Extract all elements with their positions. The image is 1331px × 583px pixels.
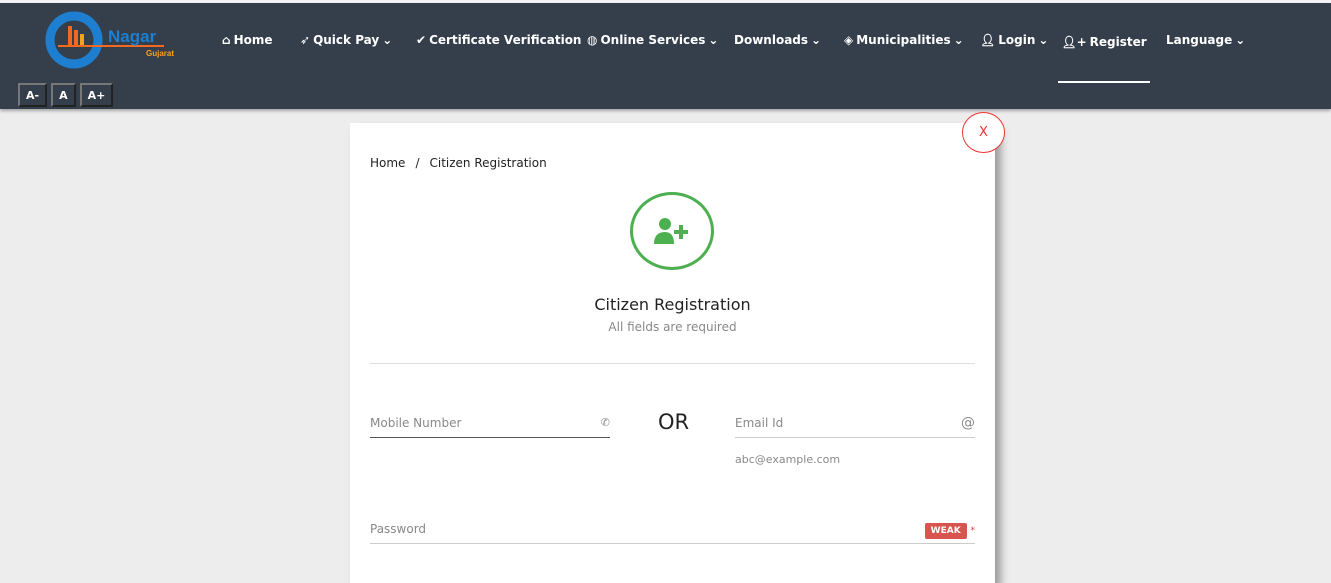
nav-register[interactable]: 👤︎+ Register [1058, 33, 1150, 83]
nav-certificate-verification[interactable]: ✔ Certificate Verification [416, 33, 581, 47]
breadcrumb: Home / Citizen Registration [370, 156, 547, 170]
close-button[interactable]: X [962, 112, 1005, 153]
font-reset-button[interactable]: A [51, 83, 76, 107]
chevron-down-icon: ⌄ [382, 33, 393, 47]
svg-text:Gujarat: Gujarat [146, 49, 174, 58]
font-decrease-button[interactable]: A- [18, 83, 48, 107]
phone-icon: ✆ [600, 416, 610, 429]
breadcrumb-current: Citizen Registration [429, 156, 547, 170]
svg-text:Nagar: Nagar [108, 27, 157, 46]
font-increase-button[interactable]: A+ [79, 83, 114, 107]
mobile-number-input[interactable]: Mobile Number ✆ [370, 408, 610, 438]
breadcrumb-home[interactable]: Home [370, 156, 405, 170]
tag-icon: ◈ [844, 33, 854, 47]
rocket-icon: ➶ [300, 33, 311, 47]
user-plus-icon [654, 218, 688, 244]
chevron-down-icon: ⌄ [1038, 33, 1049, 47]
or-label: OR [658, 410, 690, 434]
required-mark: * [970, 525, 976, 536]
chevron-down-icon: ⌄ [953, 33, 964, 47]
font-size-controls: A- A A+ [18, 83, 114, 107]
registration-card: Home / Citizen Registration Citizen Regist… [350, 123, 995, 583]
nav-online-services[interactable]: ◍ Online Services ⌄ [587, 33, 718, 47]
nav-home[interactable]: ⌂ Home [222, 33, 273, 47]
home-icon: ⌂ [222, 33, 231, 47]
page-title: Citizen Registration [594, 295, 751, 314]
user-icon: 👤︎ [980, 33, 996, 47]
password-input[interactable]: Password WEAK * [370, 514, 975, 544]
user-plus-icon: 👤︎+ [1061, 35, 1087, 49]
nav-login[interactable]: 👤︎ Login ⌄ [980, 33, 1048, 47]
nav-quick-pay[interactable]: ➶ Quick Pay ⌄ [300, 33, 392, 47]
email-hint: abc@example.com [735, 453, 841, 466]
logo[interactable]: Nagar Gujarat [44, 8, 184, 70]
chevron-down-icon: ⌄ [708, 33, 719, 47]
nav-downloads[interactable]: Downloads ⌄ [734, 33, 821, 47]
at-icon: @ [961, 414, 975, 431]
check-icon: ✔ [416, 33, 427, 47]
user-plus-avatar [630, 192, 714, 270]
email-input[interactable]: Email Id @ [735, 408, 975, 438]
navbar: Nagar Gujarat ⌂ Home ➶ Quick Pay ⌄ ✔ Certifi… [0, 3, 1331, 109]
password-strength-badge: WEAK [924, 522, 967, 539]
page-subtitle: All fields are required [608, 320, 737, 334]
nav-language[interactable]: Language ⌄ [1166, 33, 1245, 47]
nav-municipalities[interactable]: ◈ Municipalities ⌄ [844, 33, 964, 47]
divider [370, 363, 975, 364]
chevron-down-icon: ⌄ [811, 33, 822, 47]
chevron-down-icon: ⌄ [1235, 33, 1246, 47]
globe-icon: ◍ [587, 33, 598, 47]
